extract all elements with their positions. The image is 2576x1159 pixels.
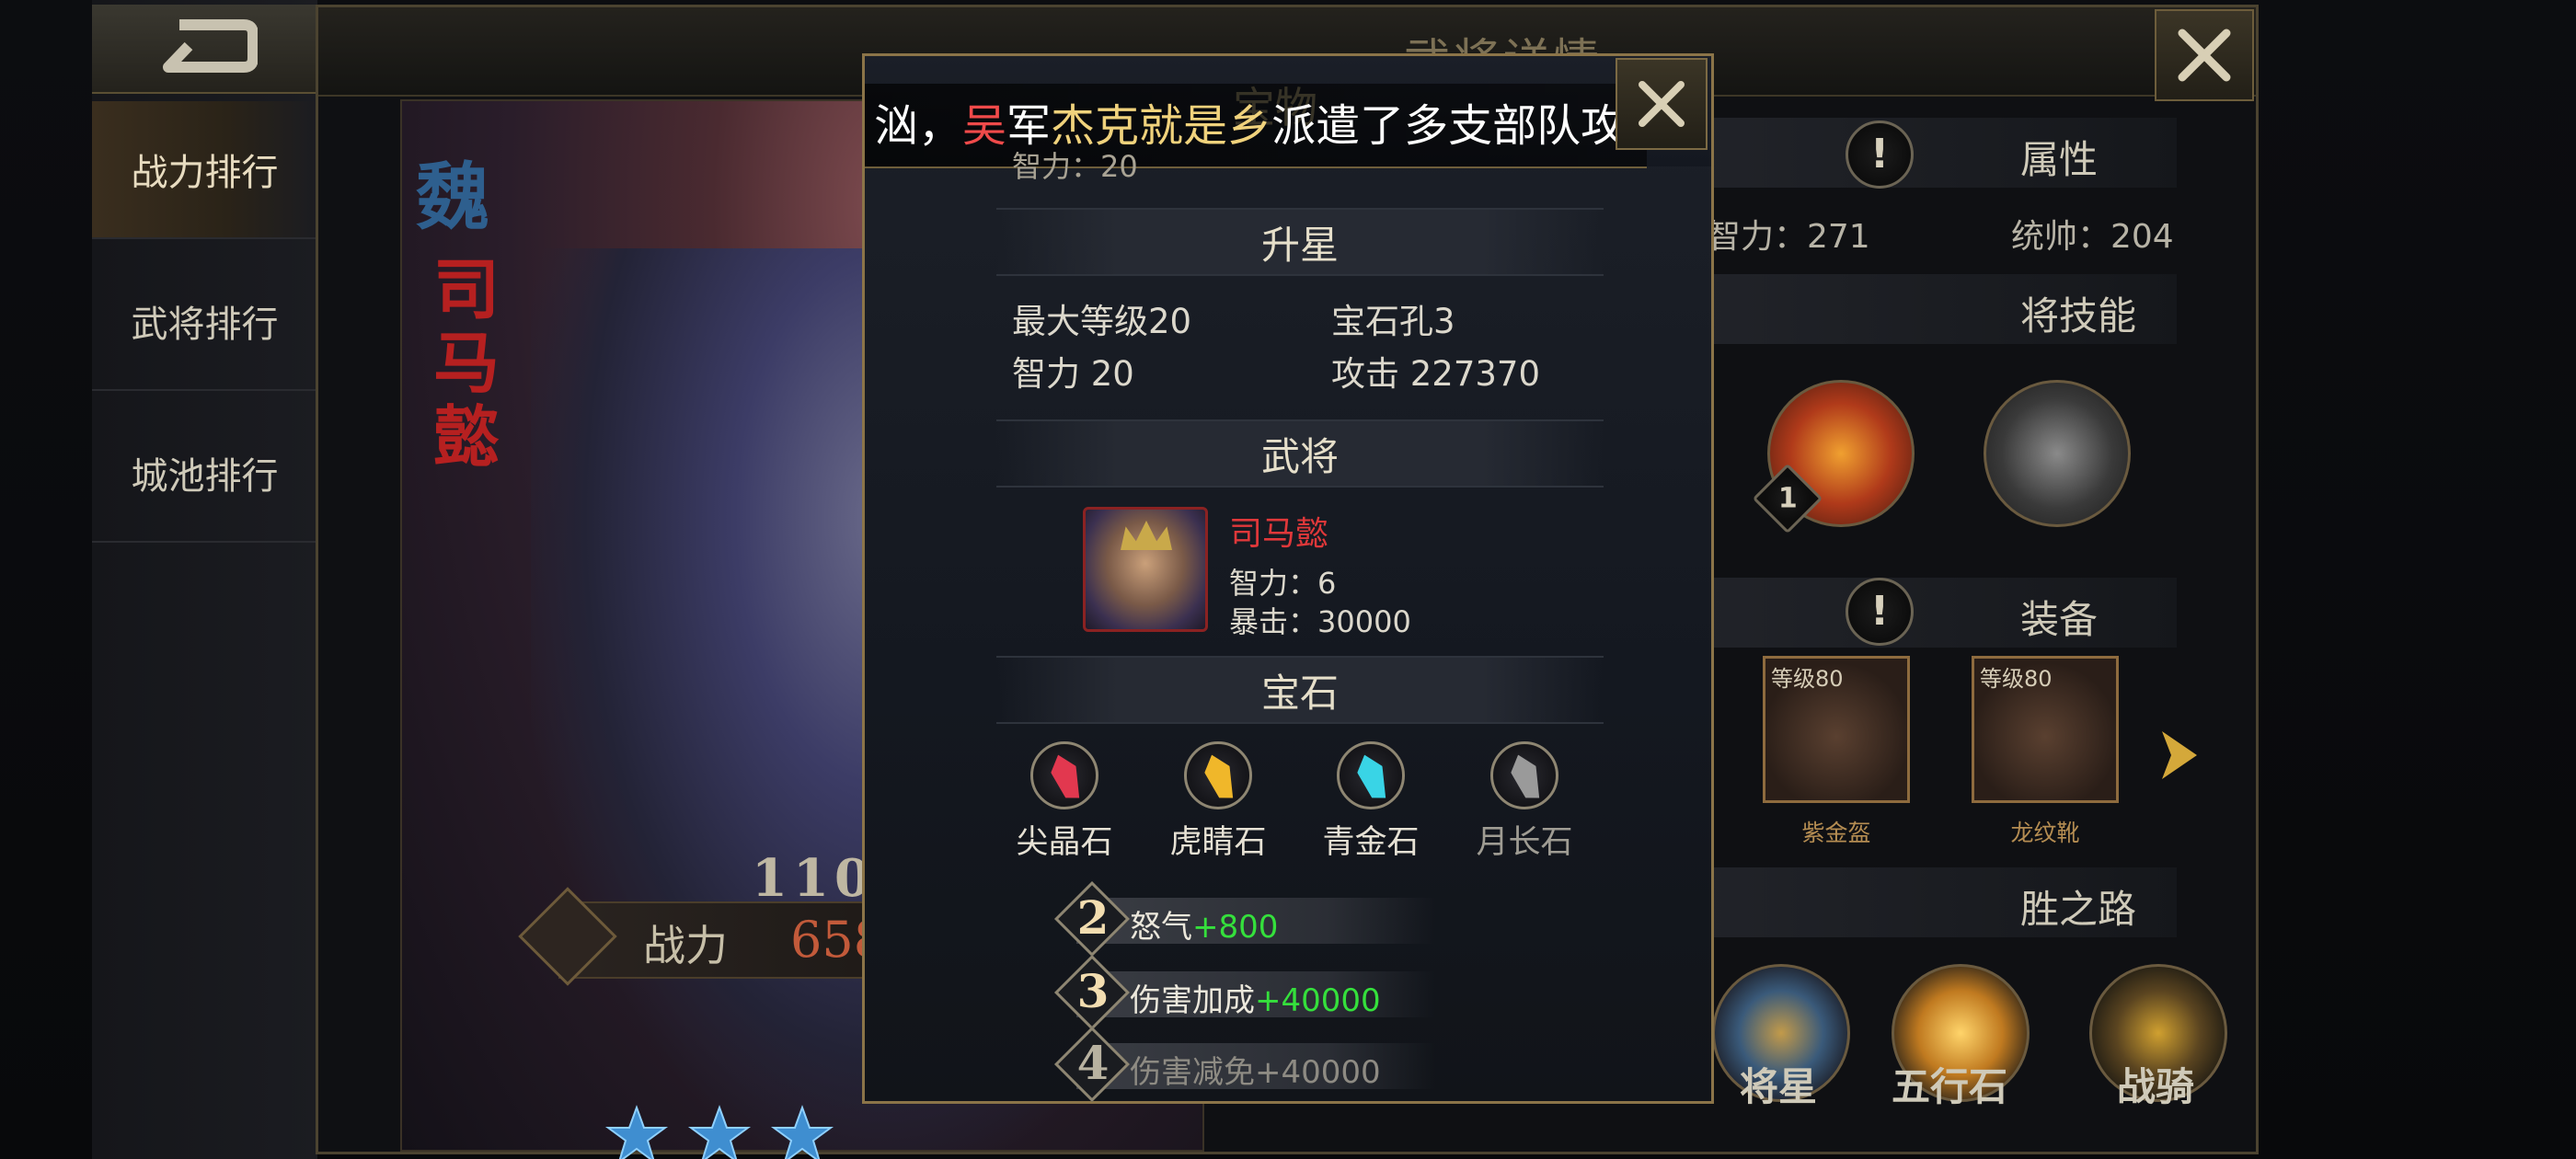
tigers-eye-gem-icon[interactable] xyxy=(1184,741,1252,809)
road-label: 将星 xyxy=(1740,1064,1818,1109)
bonus-text: 伤害减免+40000 xyxy=(1130,1054,1381,1091)
bonus-tier: 2 xyxy=(1076,890,1110,945)
bonus-tier: 3 xyxy=(1076,964,1110,1018)
gem-label: 月长石 xyxy=(1476,824,1573,861)
equip-helmet-slot[interactable]: 等级80 xyxy=(1763,656,1910,803)
hero-section-header: 武将 xyxy=(996,419,1604,488)
upgrade-intelligence: 智力 20 xyxy=(1012,354,1134,394)
back-arrow-icon xyxy=(163,19,258,73)
skills-section: 将技能 xyxy=(1662,274,2177,344)
faction-badge: 魏 xyxy=(416,154,489,240)
game-screen: 战力排行 武将排行 城池排行 武将详情 魏 司马懿 110级 战力 658 xyxy=(0,0,2576,1159)
hero-name: 司马懿 xyxy=(432,250,500,476)
equip-name: 紫金盔 xyxy=(1801,820,1871,846)
treasure-popup: 宝物 汹，吴军杰克就是乡派遣了多支部队攻向江 智力：20 升星 最大等级20 宝… xyxy=(862,53,1714,1104)
bonus-text: 伤害加成+40000 xyxy=(1130,982,1381,1019)
equip-level: 等级80 xyxy=(1980,666,2053,692)
bonus-row: 2 怒气+800 xyxy=(1053,880,1435,958)
bonus-text: 怒气+800 xyxy=(1130,909,1279,946)
hero-card-crit: 暴击：30000 xyxy=(1229,604,1411,639)
popup-close-button[interactable] xyxy=(1616,58,1708,150)
max-level: 最大等级20 xyxy=(1012,302,1192,341)
road-section: 胜之路 xyxy=(1662,867,2177,937)
attributes-info-icon[interactable]: ! xyxy=(1846,120,1914,189)
skill-locked-icon[interactable] xyxy=(1984,380,2131,527)
marquee-text: 汹，吴军杰克就是乡派遣了多支部队攻向江 xyxy=(874,100,1647,152)
gem-label: 尖晶石 xyxy=(1016,824,1113,861)
intelligence-stat: 智力：271 xyxy=(1708,218,1870,256)
gem-label: 青金石 xyxy=(1322,824,1420,861)
equip-name: 龙纹靴 xyxy=(2010,820,2080,846)
road-title: 胜之路 xyxy=(2020,887,2137,932)
attributes-title: 属性 xyxy=(2020,137,2099,182)
road-label: 五行石 xyxy=(1892,1064,2008,1109)
back-button[interactable] xyxy=(92,5,317,94)
road-label: 战骑 xyxy=(2117,1064,2195,1109)
sidebar-item-hero-rank[interactable]: 武将排行 xyxy=(92,253,317,391)
equipment-section: 装备 xyxy=(1662,578,2177,648)
hero-card-intelligence: 智力：6 xyxy=(1229,566,1337,601)
hero-avatar[interactable] xyxy=(1083,507,1208,632)
star-icon xyxy=(687,1105,752,1159)
star-icon xyxy=(770,1105,834,1159)
broadcast-marquee: 汹，吴军杰克就是乡派遣了多支部队攻向江 xyxy=(865,84,1647,168)
hero-card-name: 司马懿 xyxy=(1229,515,1329,553)
lapis-gem-icon[interactable] xyxy=(1337,741,1405,809)
bonus-row: 4 伤害减免+40000 xyxy=(1053,1026,1435,1103)
next-arrow-icon[interactable] xyxy=(2158,729,2199,781)
moonstone-gem-icon[interactable] xyxy=(1490,741,1558,809)
gem-label: 虎睛石 xyxy=(1169,824,1267,861)
close-icon xyxy=(1639,81,1685,127)
power-label: 战力 xyxy=(643,921,728,970)
sidebar-item-power-rank[interactable]: 战力排行 xyxy=(92,101,317,239)
equipment-title: 装备 xyxy=(2020,597,2099,642)
equip-boots-slot[interactable]: 等级80 xyxy=(1972,656,2119,803)
equip-level: 等级80 xyxy=(1771,666,1844,692)
clipped-stat: 智力：20 xyxy=(1012,149,1138,184)
bonus-row: 3 伤害加成+40000 xyxy=(1053,954,1435,1031)
bonus-tier: 4 xyxy=(1076,1036,1110,1090)
equipment-info-icon[interactable]: ! xyxy=(1846,578,1914,646)
spinel-gem-icon[interactable] xyxy=(1030,741,1098,809)
detail-close-button[interactable] xyxy=(2155,9,2254,101)
attributes-section: 属性 xyxy=(1662,118,2177,188)
close-icon xyxy=(2178,29,2231,82)
gem-slots: 宝石孔3 xyxy=(1331,302,1455,341)
sidebar-item-city-rank[interactable]: 城池排行 xyxy=(92,405,317,543)
gem-section-header: 宝石 xyxy=(996,656,1604,724)
upgrade-attack: 攻击 227370 xyxy=(1331,354,1541,394)
skills-title: 将技能 xyxy=(2020,293,2137,339)
command-stat: 统帅：204 xyxy=(2011,218,2174,256)
upgrade-section-header: 升星 xyxy=(996,208,1604,276)
star-icon xyxy=(604,1105,669,1159)
